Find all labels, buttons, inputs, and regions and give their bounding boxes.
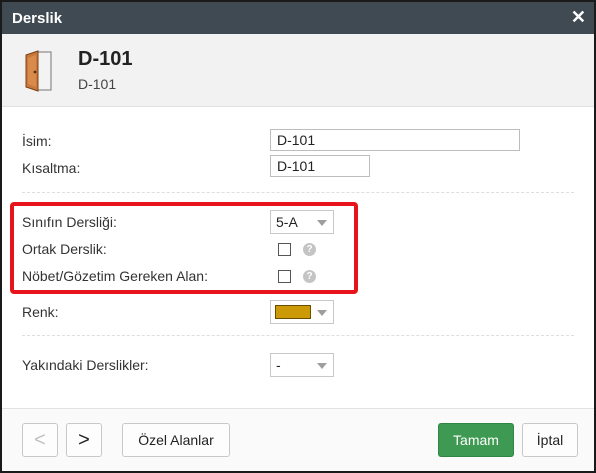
nearby-rooms-value: - — [276, 357, 281, 373]
color-swatch — [275, 305, 311, 319]
custom-fields-button[interactable]: Özel Alanlar — [122, 423, 230, 457]
room-dialog: Derslik ✕ D-101 D-101 İsim: Kısaltma: Sı… — [0, 0, 596, 473]
next-button[interactable]: > — [66, 423, 102, 457]
help-icon[interactable]: ? — [303, 243, 316, 256]
help-icon[interactable]: ? — [303, 270, 316, 283]
door-icon — [25, 50, 52, 92]
header-title: D-101 — [78, 48, 133, 70]
record-header: D-101 D-101 — [2, 34, 594, 107]
name-input[interactable] — [270, 129, 520, 151]
color-select[interactable] — [270, 300, 334, 324]
chevron-down-icon — [317, 220, 327, 226]
duty-area-label: Nöbet/Gözetim Gereken Alan: — [22, 268, 208, 284]
name-label: İsim: — [22, 133, 52, 149]
divider — [22, 192, 574, 193]
class-room-select[interactable]: 5-A — [270, 210, 334, 234]
shared-room-checkbox[interactable] — [278, 243, 291, 256]
cancel-button[interactable]: İptal — [522, 423, 578, 457]
previous-button[interactable]: < — [22, 423, 58, 457]
window-title: Derslik — [12, 10, 63, 27]
class-room-label: Sınıfın Dersliği: — [22, 214, 117, 230]
short-name-input[interactable] — [270, 155, 370, 177]
dialog-footer: < > Özel Alanlar Tamam İptal — [2, 408, 594, 471]
ok-button[interactable]: Tamam — [438, 423, 514, 457]
next-label: > — [78, 429, 90, 451]
header-subtitle: D-101 — [78, 76, 117, 92]
previous-label: < — [34, 429, 46, 451]
chevron-down-icon — [317, 310, 327, 316]
divider — [22, 335, 574, 336]
short-name-label: Kısaltma: — [22, 160, 81, 176]
nearby-rooms-label: Yakındaki Derslikler: — [22, 357, 149, 373]
duty-area-checkbox[interactable] — [278, 270, 291, 283]
title-bar: Derslik ✕ — [2, 2, 594, 34]
close-icon[interactable]: ✕ — [571, 7, 586, 27]
color-label: Renk: — [22, 304, 59, 320]
nearby-rooms-select[interactable]: - — [270, 353, 334, 377]
class-room-value: 5-A — [276, 214, 298, 230]
shared-room-label: Ortak Derslik: — [22, 241, 107, 257]
chevron-down-icon — [317, 363, 327, 369]
